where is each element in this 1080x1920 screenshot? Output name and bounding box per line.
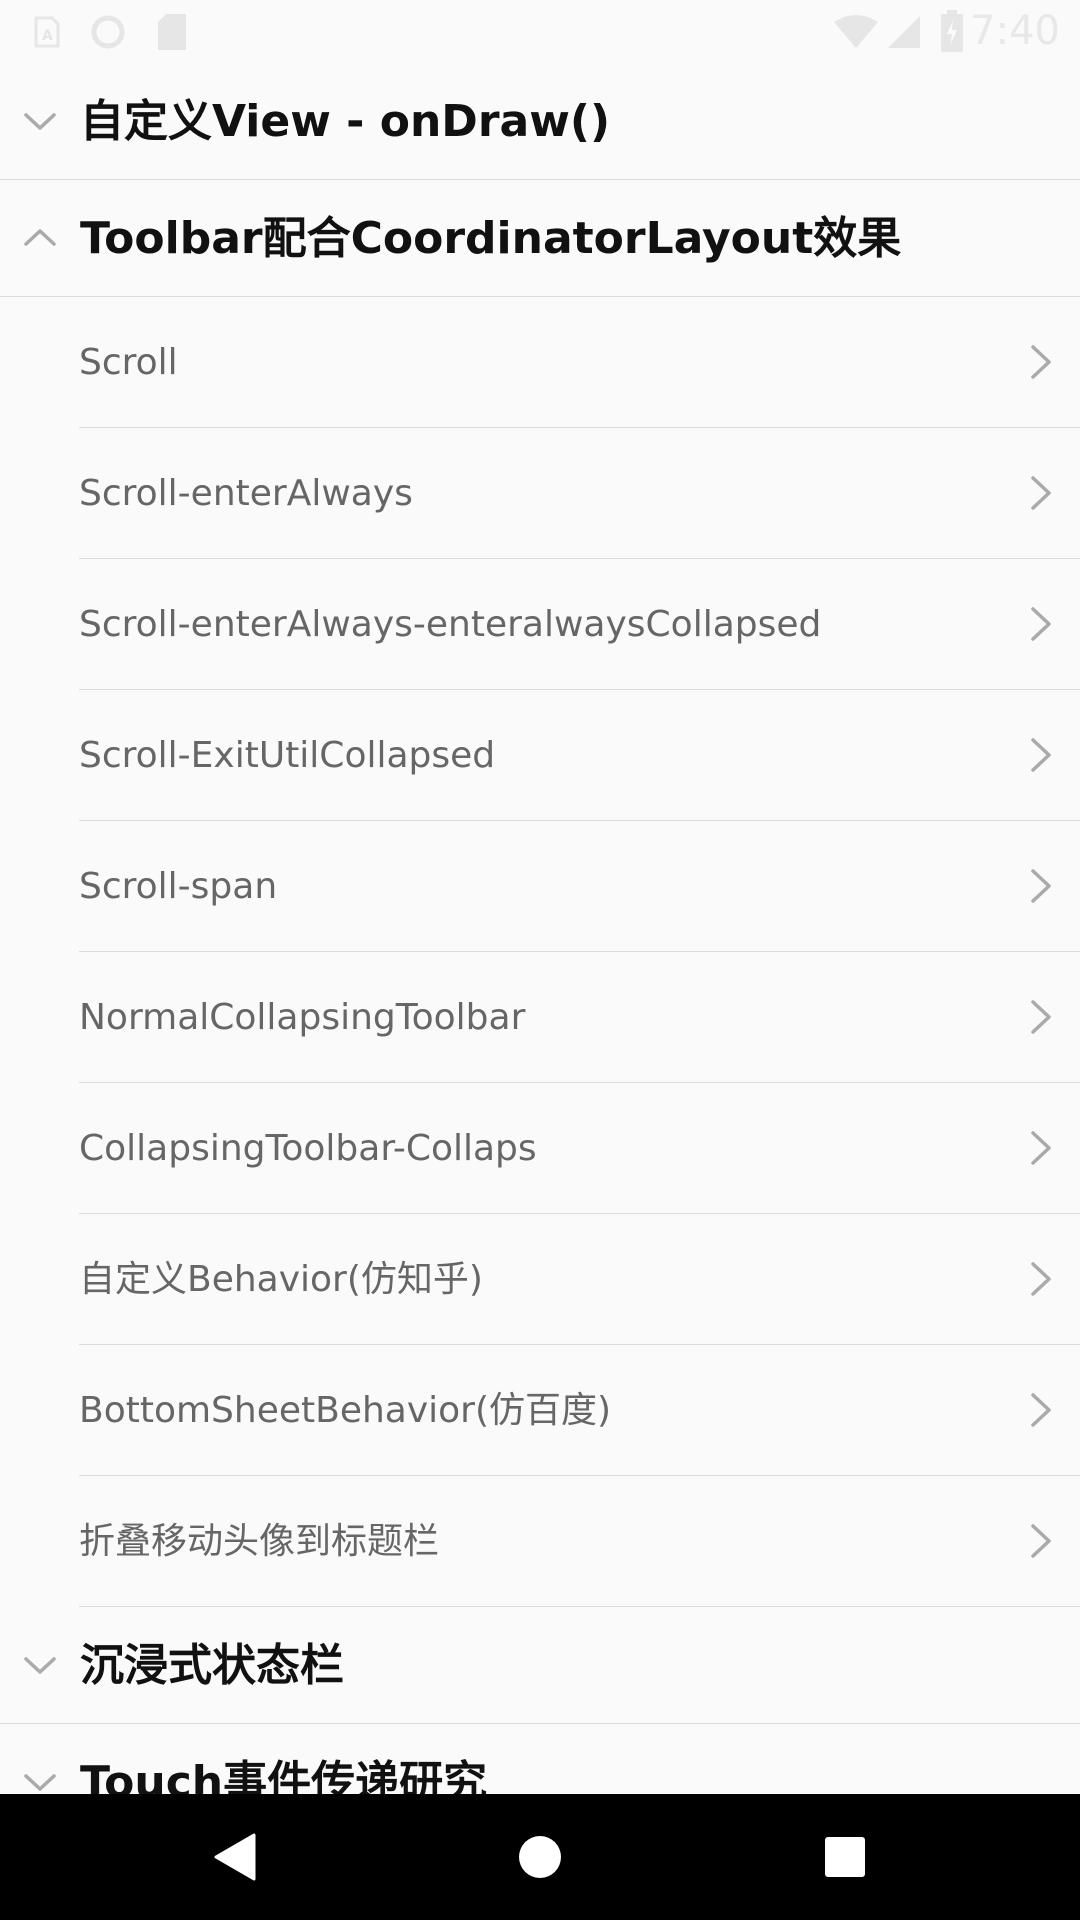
chevron-right-icon: [1031, 869, 1051, 903]
list-item-collapse-avatar-to-title[interactable]: 折叠移动头像到标题栏: [0, 1476, 1080, 1607]
list-item-label: Scroll: [79, 342, 178, 383]
chevron-right-icon: [1031, 1000, 1051, 1034]
svg-text:A: A: [42, 28, 53, 44]
list-item-custom-behavior[interactable]: 自定义Behavior(仿知乎): [0, 1214, 1080, 1345]
list-item-label: Scroll-ExitUtilCollapsed: [79, 735, 496, 776]
group-header-touch-event[interactable]: Touch事件传递研究: [0, 1724, 1080, 1794]
list-item-scroll-enter-always[interactable]: Scroll-enterAlways: [0, 428, 1080, 559]
chevron-right-icon: [1031, 476, 1051, 510]
group-title: Toolbar配合CoordinatorLayout效果: [80, 213, 902, 264]
group-header-custom-view[interactable]: 自定义View - onDraw(): [0, 63, 1080, 180]
list-item-label: BottomSheetBehavior(仿百度): [79, 1390, 612, 1431]
list-item-label: Scroll-span: [79, 866, 278, 907]
group-title: Touch事件传递研究: [80, 1757, 488, 1794]
sd-card-icon: [158, 14, 186, 50]
list-item-scroll-exit-until-collapsed[interactable]: Scroll-ExitUtilCollapsed: [0, 690, 1080, 821]
recents-button[interactable]: [815, 1827, 875, 1887]
signal-icon: [888, 16, 920, 48]
chevron-right-icon: [1031, 1524, 1051, 1558]
list-item-normal-collapsing-toolbar[interactable]: NormalCollapsingToolbar: [0, 952, 1080, 1083]
home-button[interactable]: [510, 1827, 570, 1887]
chevron-down-icon: [24, 113, 56, 130]
list-item-label: Scroll-enterAlways: [79, 473, 413, 514]
clock-time: 7:40: [970, 8, 1060, 54]
list-item-label: NormalCollapsingToolbar: [79, 997, 526, 1038]
list-item-scroll-enter-always-collapsed[interactable]: Scroll-enterAlways-enteralwaysCollapsed: [0, 559, 1080, 690]
list-item-label: 折叠移动头像到标题栏: [79, 1521, 440, 1562]
status-bar: A 7:40: [0, 0, 1080, 63]
list-item-label: CollapsingToolbar-Collaps: [79, 1128, 537, 1169]
back-button[interactable]: [206, 1827, 266, 1887]
sync-icon: [91, 15, 125, 49]
list-item-label: 自定义Behavior(仿知乎): [79, 1259, 483, 1300]
screen: A 7:40 自定义View - onDraw() Toolbar配合Coord…: [0, 0, 1080, 1920]
list-item-collapsing-toolbar-collaps[interactable]: CollapsingToolbar-Collaps: [0, 1083, 1080, 1214]
group-header-toolbar-coordinator[interactable]: Toolbar配合CoordinatorLayout效果: [0, 180, 1080, 297]
chevron-down-icon: [24, 1657, 56, 1674]
sim-icon: A: [34, 16, 60, 48]
chevron-up-icon: [24, 229, 56, 246]
group-header-immersive-status-bar[interactable]: 沉浸式状态栏: [0, 1607, 1080, 1724]
group-title: 自定义View - onDraw(): [80, 96, 611, 147]
chevron-right-icon: [1031, 1393, 1051, 1427]
battery-icon: [941, 10, 963, 52]
chevron-right-icon: [1031, 1262, 1051, 1296]
list-item-bottom-sheet-behavior[interactable]: BottomSheetBehavior(仿百度): [0, 1345, 1080, 1476]
wifi-icon: [834, 15, 878, 48]
chevron-right-icon: [1031, 1131, 1051, 1165]
chevron-right-icon: [1031, 738, 1051, 772]
list-item-scroll-span[interactable]: Scroll-span: [0, 821, 1080, 952]
chevron-down-icon: [24, 1774, 56, 1791]
list-item-scroll[interactable]: Scroll: [0, 297, 1080, 428]
list-item-label: Scroll-enterAlways-enteralwaysCollapsed: [79, 604, 822, 645]
group-title: 沉浸式状态栏: [80, 1640, 344, 1691]
expandable-list: 自定义View - onDraw() Toolbar配合CoordinatorL…: [0, 63, 1080, 1794]
navigation-bar: [0, 1794, 1080, 1920]
chevron-right-icon: [1031, 607, 1051, 641]
chevron-right-icon: [1031, 345, 1051, 379]
